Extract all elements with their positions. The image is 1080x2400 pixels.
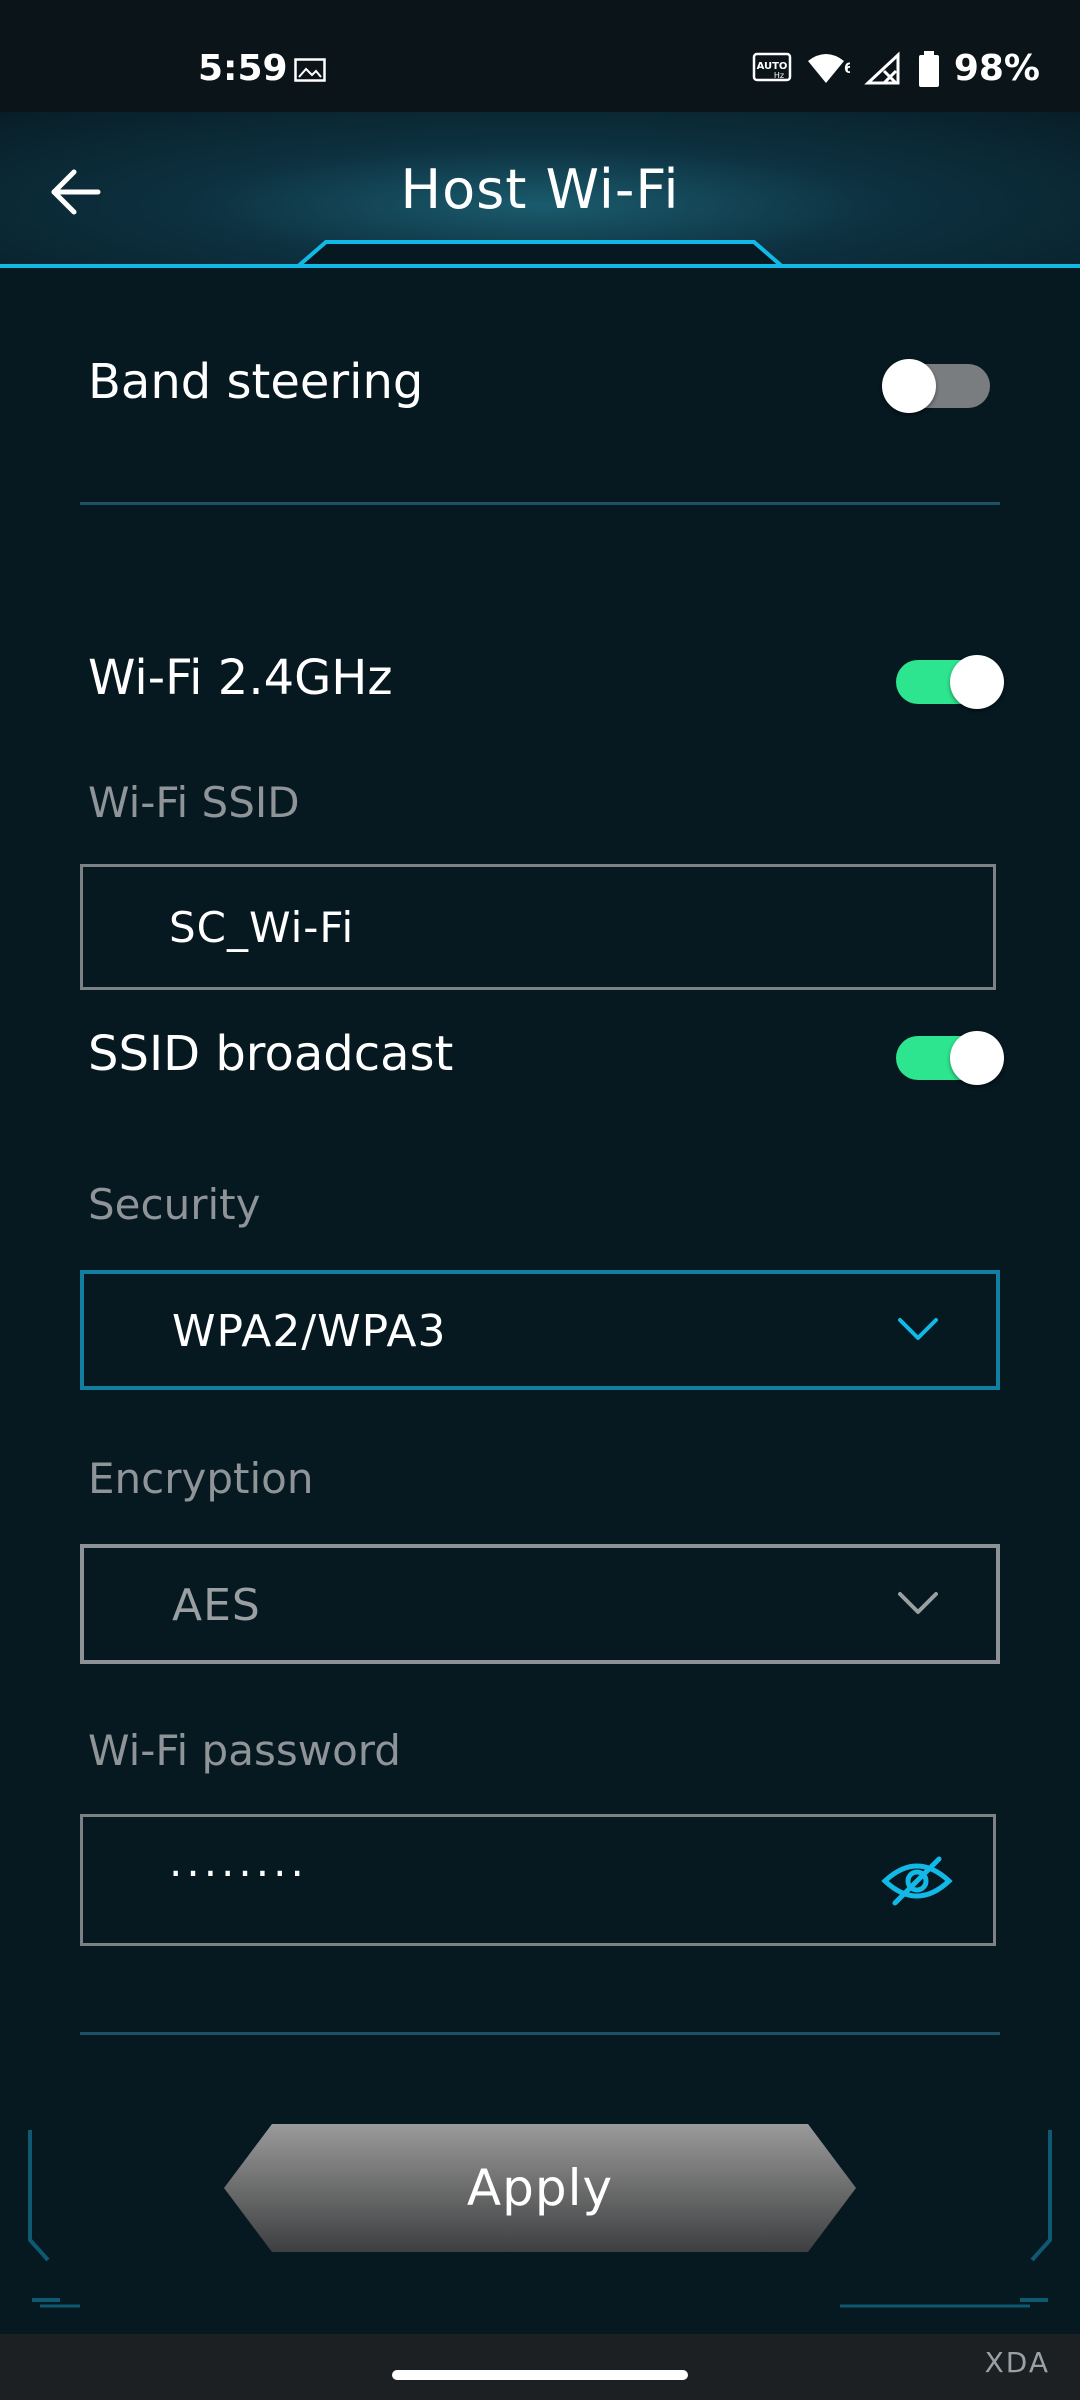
battery-icon xyxy=(918,50,939,87)
right-frame-ornament xyxy=(840,2130,1052,2308)
security-value: WPA2/WPA3 xyxy=(172,1306,447,1357)
wifi-ssid-value: SC_Wi-Fi xyxy=(169,903,355,952)
header: Host Wi-Fi xyxy=(0,112,1080,268)
wifi-password-input[interactable]: ········ xyxy=(80,1814,996,1946)
ssid-broadcast-toggle[interactable] xyxy=(896,1031,1004,1085)
eye-hidden-icon[interactable] xyxy=(881,1853,953,1909)
encryption-value: AES xyxy=(172,1580,261,1631)
left-frame-ornament xyxy=(28,2130,80,2308)
chevron-down-icon xyxy=(898,1318,938,1340)
battery-percentage: 98% xyxy=(953,48,1040,89)
divider xyxy=(80,502,1000,505)
band-steering-toggle[interactable] xyxy=(882,359,990,413)
encryption-label: Encryption xyxy=(88,1454,314,1503)
security-label: Security xyxy=(88,1180,261,1229)
apply-area: Apply xyxy=(0,2120,1080,2330)
toggle-knob xyxy=(950,1031,1004,1085)
chevron-down-icon xyxy=(898,1592,938,1614)
apply-button[interactable] xyxy=(224,2124,856,2252)
band-steering-label: Band steering xyxy=(88,354,424,410)
no-signal-icon xyxy=(864,51,900,84)
ssid-broadcast-label: SSID broadcast xyxy=(88,1026,454,1082)
wifi-24ghz-label: Wi-Fi 2.4GHz xyxy=(88,650,393,706)
wifi-ssid-input[interactable]: SC_Wi-Fi xyxy=(80,864,996,990)
svg-text:Hz: Hz xyxy=(774,71,784,80)
home-indicator[interactable] xyxy=(392,2370,688,2380)
security-select[interactable]: WPA2/WPA3 xyxy=(80,1270,1000,1390)
status-time: 5:59 xyxy=(198,48,288,89)
wifi-24ghz-toggle[interactable] xyxy=(896,655,1004,709)
page-title: Host Wi-Fi xyxy=(400,158,680,221)
encryption-select[interactable]: AES xyxy=(80,1544,1000,1664)
svg-text:6: 6 xyxy=(844,61,850,77)
navigation-bar: XDA xyxy=(0,2334,1080,2400)
auto-hz-icon: AUTO Hz xyxy=(752,52,792,81)
wifi-password-value: ········ xyxy=(169,1849,308,1898)
divider xyxy=(80,2032,1000,2035)
status-icons: AUTO Hz 6 98% xyxy=(752,48,1040,89)
toggle-knob xyxy=(882,359,936,413)
screen: 5:59 AUTO Hz 6 98% Host Wi-Fi Band steer… xyxy=(0,0,1080,2400)
watermark: XDA xyxy=(984,2346,1050,2379)
toggle-knob xyxy=(950,655,1004,709)
image-icon xyxy=(294,58,326,82)
status-bar: 5:59 AUTO Hz 6 98% xyxy=(0,0,1080,112)
wifi-password-label: Wi-Fi password xyxy=(88,1726,401,1775)
wifi-ssid-label: Wi-Fi SSID xyxy=(88,778,300,827)
wifi-6-icon: 6 xyxy=(807,53,850,83)
header-divider xyxy=(0,264,1080,268)
